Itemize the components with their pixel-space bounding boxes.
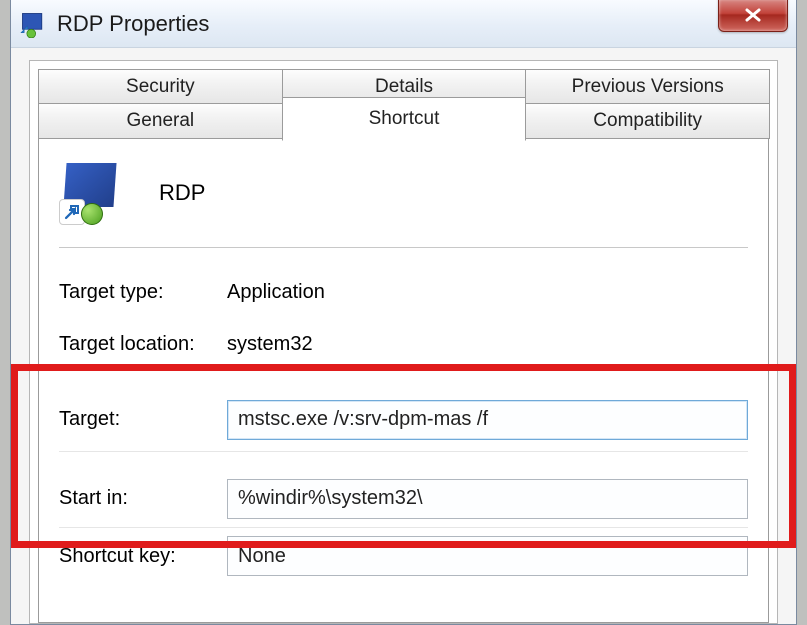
- close-icon: [743, 8, 763, 22]
- label-target: Target:: [59, 408, 227, 431]
- sync-badge-icon: [81, 203, 103, 225]
- row-target: Target:: [59, 388, 748, 452]
- shortcut-header: RDP: [59, 161, 748, 248]
- tab-general[interactable]: General: [38, 103, 283, 139]
- tab-security[interactable]: Security: [38, 69, 283, 105]
- dialog-content: Security Details Previous Versions Gener…: [29, 60, 778, 624]
- label-target-location: Target location:: [59, 333, 227, 356]
- shortcut-key-input[interactable]: [227, 536, 748, 576]
- row-target-type: Target type: Application: [59, 266, 748, 318]
- target-input[interactable]: [227, 400, 748, 440]
- value-target-type: Application: [227, 281, 325, 304]
- label-shortcut-key: Shortcut key:: [59, 545, 227, 568]
- value-target-location: system32: [227, 333, 313, 356]
- title-bar: RDP Properties: [11, 0, 796, 48]
- tab-strip: Security Details Previous Versions Gener…: [30, 61, 777, 137]
- label-target-type: Target type:: [59, 281, 227, 304]
- row-target-location: Target location: system32: [59, 318, 748, 370]
- properties-window: RDP Properties Security Details Previous…: [10, 0, 797, 625]
- label-start-in: Start in:: [59, 487, 227, 510]
- shortcut-panel: RDP Target type: Application Target loca…: [38, 139, 769, 623]
- window-icon: [19, 10, 47, 38]
- start-in-input[interactable]: [227, 479, 748, 519]
- tab-shortcut[interactable]: Shortcut: [282, 97, 527, 141]
- shortcut-file-icon: [59, 161, 123, 225]
- tab-compatibility[interactable]: Compatibility: [525, 103, 770, 139]
- shortcut-name: RDP: [159, 180, 205, 206]
- tab-previous-versions[interactable]: Previous Versions: [525, 69, 770, 105]
- row-start-in: Start in:: [59, 470, 748, 528]
- window-title: RDP Properties: [57, 11, 209, 37]
- row-shortcut-key: Shortcut key:: [59, 528, 748, 584]
- close-button[interactable]: [718, 0, 788, 32]
